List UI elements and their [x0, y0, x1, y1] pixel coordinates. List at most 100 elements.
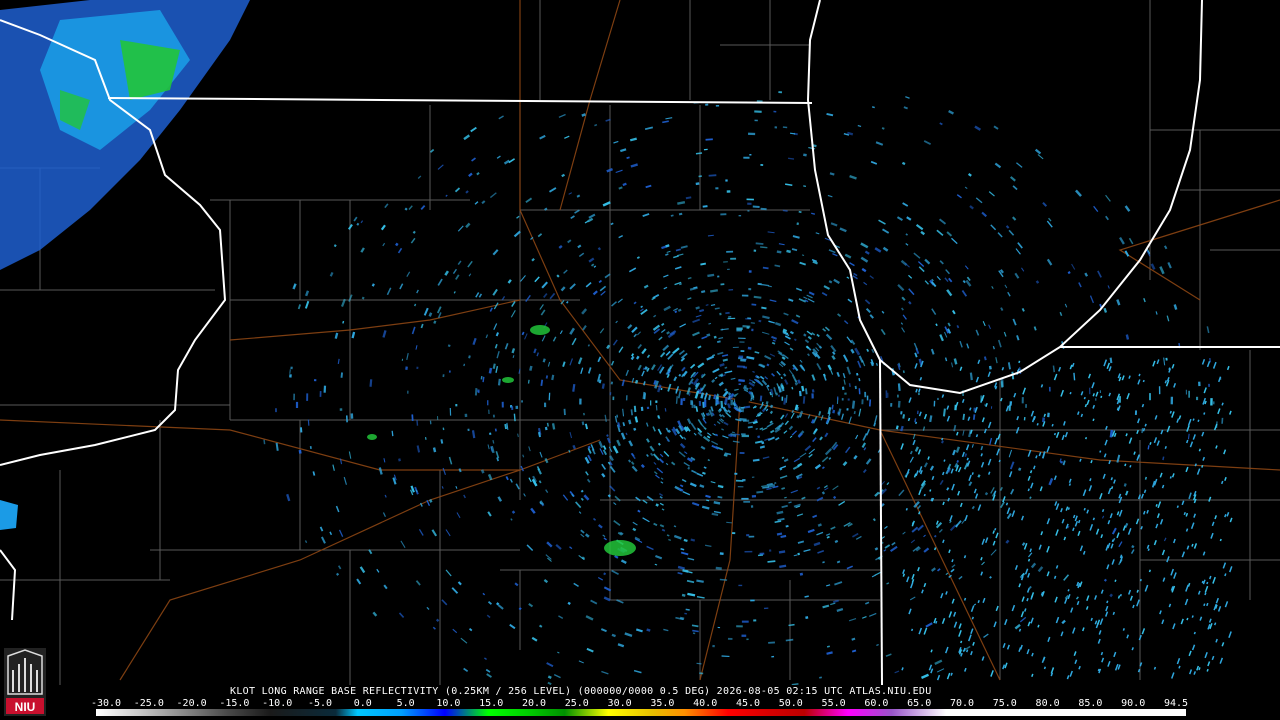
echo-pixel	[609, 392, 612, 396]
echo-pixel	[640, 406, 644, 412]
scale-label: -25.0	[133, 698, 164, 709]
scale-label: 50.0	[778, 698, 803, 709]
echo-pixel	[1198, 381, 1201, 387]
echo-pixel	[732, 346, 739, 349]
echo-pixel	[758, 319, 762, 323]
echo-pixel	[747, 210, 750, 212]
echo-pixel	[984, 403, 986, 406]
echo-pixel	[680, 398, 683, 406]
echo-pixel	[738, 215, 742, 217]
echo-pixel	[692, 632, 696, 635]
scale-label: 25.0	[564, 698, 589, 709]
echo-pixel	[339, 408, 343, 411]
scale-label: 94.5	[1163, 698, 1189, 709]
echo-pixel	[489, 432, 492, 436]
scale-label: -10.0	[262, 698, 293, 709]
echo-pixel	[448, 370, 451, 373]
echo-pixel	[743, 156, 750, 159]
echo-pixel	[741, 497, 749, 500]
echo-pixel	[1025, 404, 1028, 408]
echo-pixel	[715, 398, 719, 404]
echo-pixel	[1210, 398, 1213, 406]
echo-pixel	[774, 126, 778, 129]
logo-text: NIU	[15, 700, 36, 714]
echo-pixel	[760, 164, 764, 166]
scale-label: 90.0	[1121, 698, 1146, 709]
echo-pixel	[1170, 396, 1174, 405]
echo-pixel	[917, 392, 920, 396]
echo-pixel	[738, 355, 744, 358]
scale-label: -20.0	[176, 698, 207, 709]
scale-label: 30.0	[607, 698, 632, 709]
echo-pixel	[748, 270, 752, 273]
echo-pixel	[492, 414, 495, 418]
radar-site-dot-icon	[735, 393, 749, 407]
echo-pixel	[612, 396, 615, 401]
echo-pixel	[1047, 412, 1050, 418]
echo-pixel	[1021, 397, 1024, 404]
echo-pixel	[743, 501, 751, 503]
echo-pixel	[1134, 410, 1138, 415]
echo-pixel	[736, 625, 743, 628]
echo-pixel	[738, 383, 741, 386]
echo-pixel	[747, 202, 752, 205]
echo-pixel	[1185, 389, 1187, 395]
echo-pixel	[275, 408, 277, 413]
scale-label: 65.0	[907, 698, 932, 709]
echo-pixel	[717, 626, 721, 629]
echo-pixel	[753, 619, 757, 622]
echo-pixel	[719, 552, 724, 555]
echo-pixel	[750, 599, 755, 602]
echo-pixel	[1158, 386, 1161, 395]
echo-pixel	[1089, 387, 1091, 395]
echo-pixel	[887, 392, 889, 398]
echo-pixel	[746, 198, 754, 201]
echo-pixel	[781, 396, 784, 401]
scale-label: 60.0	[864, 698, 889, 709]
echo-pixel	[897, 394, 899, 398]
echo-pixel	[742, 479, 746, 482]
echo-pixel	[350, 413, 354, 419]
echo-pixel	[579, 398, 582, 405]
echo-pixel	[698, 400, 702, 406]
echo-pixel	[747, 346, 752, 350]
echo-pixel	[751, 476, 755, 478]
echo-pixel	[455, 403, 458, 407]
echo-pixel	[752, 395, 755, 401]
echo-pixel	[749, 153, 752, 156]
scale-label: -5.0	[307, 698, 333, 709]
echo-pixel	[837, 396, 839, 401]
echo-pixel	[306, 393, 309, 401]
scale-label: 40.0	[693, 698, 718, 709]
echo-pixel	[704, 399, 707, 408]
echo-pixel	[521, 400, 523, 403]
echo-pixel	[753, 249, 757, 252]
scale-label: 35.0	[650, 698, 675, 709]
echo-pixel	[1165, 357, 1168, 361]
echo-pixel	[736, 365, 745, 368]
echo-pixel	[741, 620, 749, 623]
echo-pixel	[864, 391, 867, 398]
reflectivity-scale-labels: -30.0 -25.0 -20.0 -15.0 -10.0 -5.0 0.0 5.0 10.0 1…	[91, 698, 1189, 709]
echo-pixel	[515, 405, 519, 409]
echo-pixel	[655, 400, 658, 403]
scale-label: 45.0	[735, 698, 761, 709]
echo-pixel	[730, 257, 737, 260]
echo-pixel	[746, 534, 750, 537]
echo-pixel	[773, 110, 777, 113]
echo-pixel	[841, 398, 844, 401]
echo-pixel	[407, 390, 409, 394]
product-caption: KLOT LONG RANGE BASE REFLECTIVITY (0.25K…	[230, 686, 932, 697]
echo-pixel	[730, 399, 733, 406]
echo-pixel	[1188, 390, 1190, 398]
echo-pixel	[726, 190, 731, 193]
echo-pixel	[715, 187, 719, 190]
echo-pixel	[738, 584, 743, 587]
echo-pixel	[861, 399, 864, 405]
scale-label: -15.0	[219, 698, 250, 709]
echo-pixel	[1208, 383, 1210, 387]
echo-pixel	[719, 312, 722, 316]
echo-pixel	[725, 179, 728, 182]
echo-pixel	[487, 400, 489, 406]
echo-pixel	[805, 616, 809, 620]
